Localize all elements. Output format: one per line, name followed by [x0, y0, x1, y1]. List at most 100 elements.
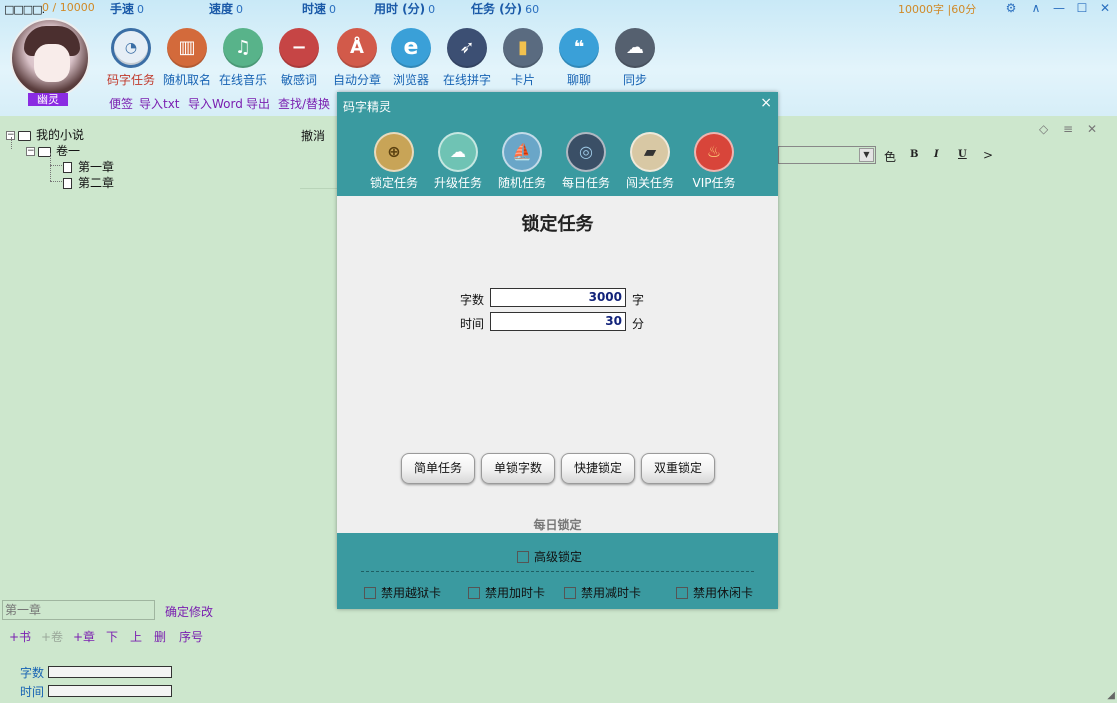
tree-chapter[interactable]: 第一章 [63, 158, 114, 175]
menu-notes[interactable]: 便签 [109, 95, 133, 112]
lock-words-button[interactable]: 单锁字数 [481, 453, 555, 484]
tool-typing-task[interactable]: ◔ 码字任务 [103, 28, 159, 88]
stat-task: 任务 (分) 60 [471, 2, 540, 16]
bookmark-icon: ▮ [503, 28, 543, 68]
close-icon[interactable]: ✕ [1096, 0, 1114, 16]
tool-auto-chapter[interactable]: Å 自动分章 [329, 28, 385, 88]
underline-button[interactable]: U [958, 149, 967, 160]
dialog-close-icon[interactable]: × [760, 95, 772, 111]
more-tools-button[interactable]: > [983, 148, 993, 162]
compass-icon: Å [337, 28, 377, 68]
tool-chat[interactable]: ❝ 聊聊 [551, 28, 607, 88]
disc-icon: ◎ [566, 132, 606, 172]
browser-e-icon: e [391, 28, 431, 68]
double-lock-button[interactable]: 双重锁定 [641, 453, 715, 484]
time-row: 时间 [20, 683, 172, 700]
quick-lock-button[interactable]: 快捷锁定 [561, 453, 635, 484]
tab-upgrade-task[interactable]: ☁ 升级任务 [428, 132, 488, 191]
minimize-icon[interactable]: — [1050, 0, 1068, 16]
dialog-title: 码字精灵 [343, 100, 392, 114]
cloud-upload-icon: ☁ [438, 132, 478, 172]
tool-sync[interactable]: ☁ 同步 [607, 28, 663, 88]
move-up-button[interactable]: 上 [130, 628, 142, 645]
tree-root[interactable]: − 我的小说 [6, 126, 84, 143]
pin-icon[interactable]: ◇ [1039, 122, 1048, 136]
order-button[interactable]: 序号 [179, 628, 203, 645]
menu-import-txt[interactable]: 导入txt [139, 95, 180, 112]
add-chapter-button[interactable]: +章 [73, 628, 95, 645]
add-book-button[interactable]: +书 [9, 628, 31, 645]
disable-jailbreak-card-checkbox[interactable]: 禁用越狱卡 [364, 584, 441, 601]
simple-task-button[interactable]: 简单任务 [401, 453, 475, 484]
cloud-sun-icon: ☁ [615, 28, 655, 68]
tool-card[interactable]: ▮ 卡片 [495, 28, 551, 88]
block-icon: − [279, 28, 319, 68]
panel-close-icon[interactable]: ✕ [1087, 122, 1097, 136]
disable-overtime-card-checkbox[interactable]: 禁用加时卡 [468, 584, 545, 601]
tab-random-task[interactable]: ⛵ 随机任务 [492, 132, 552, 191]
typing-genie-dialog: 码字精灵 × ⊕ 锁定任务 ☁ 升级任务 ⛵ 随机任务 ◎ 每日任务 ▰ 闯关任… [337, 92, 778, 609]
time-target-input[interactable]: 30 [490, 312, 626, 331]
settings-gear-icon[interactable]: ⚙ [1002, 0, 1020, 16]
resize-grip-icon[interactable]: ◢ [1107, 690, 1115, 701]
advanced-lock-checkbox[interactable]: 高级锁定 [517, 548, 582, 565]
crosshair-icon: ⊕ [374, 132, 414, 172]
tab-daily-task[interactable]: ◎ 每日任务 [556, 132, 616, 191]
document-icon [63, 162, 72, 173]
word-target-input[interactable]: 3000 [490, 288, 626, 307]
contacts-book-icon: ▥ [167, 28, 207, 68]
folder-icon [18, 130, 31, 141]
tool-online-music[interactable]: ♫ 在线音乐 [215, 28, 271, 88]
time-bar [48, 685, 172, 697]
stats-bar: □□□□. 0 / 10000 手速 0 速度 0 时速 0 用时 (分) 0 任务 (… [0, 0, 1117, 16]
flame-icon: ♨ [694, 132, 734, 172]
chapter-name-input[interactable] [2, 600, 155, 620]
collapse-toggle-icon[interactable]: − [26, 147, 35, 156]
stat-time-used: 用时 (分) 0 [374, 2, 436, 16]
dialog-footer: 高级锁定 禁用越狱卡 禁用加时卡 禁用减时卡 禁用休闲卡 [337, 533, 778, 609]
tool-browser[interactable]: e 浏览器 [383, 28, 439, 88]
maximize-icon[interactable]: ☐ [1073, 0, 1091, 16]
dialog-header: 码字精灵 × ⊕ 锁定任务 ☁ 升级任务 ⛵ 随机任务 ◎ 每日任务 ▰ 闯关任… [337, 92, 778, 196]
disable-reduce-time-card-checkbox[interactable]: 禁用减时卡 [564, 584, 641, 601]
rocket-icon: ➶ [447, 28, 487, 68]
daily-lock-label: 每日锁定 [533, 518, 582, 532]
add-volume-button[interactable]: +卷 [41, 628, 63, 645]
tree-chapter[interactable]: 第二章 [63, 174, 114, 191]
chevron-down-icon[interactable]: ▼ [859, 148, 874, 162]
sailboat-icon: ⛵ [502, 132, 542, 172]
tab-vip-task[interactable]: ♨ VIP任务 [684, 132, 744, 191]
color-button[interactable]: 色 [884, 148, 896, 165]
document-icon [63, 178, 72, 189]
tool-random-name[interactable]: ▥ 随机取名 [159, 28, 215, 88]
move-down-button[interactable]: 下 [106, 628, 118, 645]
tool-online-spell[interactable]: ➶ 在线拼字 [439, 28, 495, 88]
menu-icon[interactable]: ≡ [1063, 122, 1073, 136]
music-note-icon: ♫ [223, 28, 263, 68]
window-title: □□□□. [4, 3, 45, 16]
avatar[interactable] [10, 18, 90, 98]
tree-volume[interactable]: − 卷一 [26, 142, 80, 159]
dialog-heading: 锁定任务 [521, 214, 594, 235]
word-count-row: 字数 [20, 664, 172, 681]
tab-challenge-task[interactable]: ▰ 闯关任务 [620, 132, 680, 191]
bold-button[interactable]: B [910, 149, 918, 160]
speedometer-icon: ◔ [111, 28, 151, 68]
delete-button[interactable]: 删 [154, 628, 166, 645]
menu-export[interactable]: 导出 [246, 95, 270, 112]
confirm-edit-link[interactable]: 确定修改 [165, 603, 213, 620]
task-status: 10000字 |60分 [898, 3, 977, 16]
tab-lock-task[interactable]: ⊕ 锁定任务 [364, 132, 424, 191]
undo-button[interactable]: 撤消 [301, 127, 325, 144]
barrier-icon: ▰ [630, 132, 670, 172]
disable-leisure-card-checkbox[interactable]: 禁用休闲卡 [676, 584, 753, 601]
collapse-icon[interactable]: ∧ [1027, 0, 1045, 16]
word-progress: 0 / 10000 [42, 1, 95, 14]
menu-find-replace[interactable]: 查找/替换 [278, 95, 330, 112]
stat-hand-speed: 手速 0 [110, 2, 145, 16]
font-select[interactable]: ▼ [778, 146, 876, 164]
italic-button[interactable]: I [934, 149, 939, 160]
menu-import-word[interactable]: 导入Word [188, 95, 243, 112]
tool-sensitive-words[interactable]: − 敏感词 [271, 28, 327, 88]
chat-bubble-icon: ❝ [559, 28, 599, 68]
